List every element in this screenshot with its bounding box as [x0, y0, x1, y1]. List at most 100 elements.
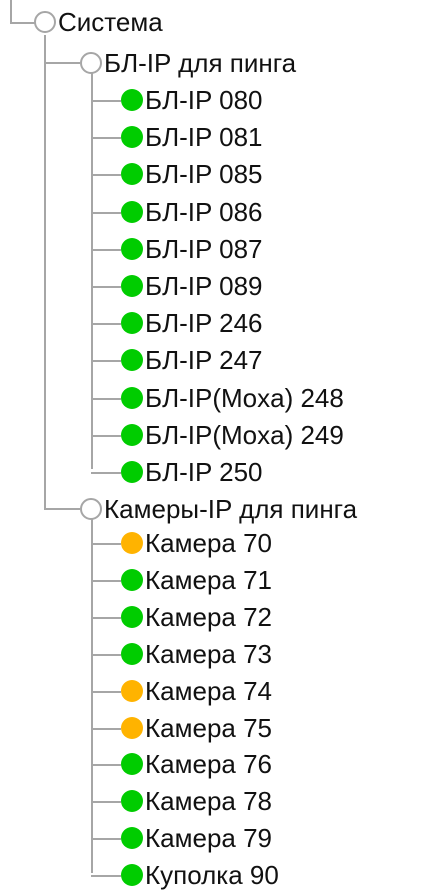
- tree-node-label: Камера 72: [145, 602, 273, 632]
- tree-node-label: Камеры-IP для пинга: [104, 494, 358, 524]
- tree-node-label: БЛ-IP(Moxa) 248: [145, 383, 344, 413]
- tree-node-label: Камера 71: [145, 565, 273, 595]
- leaf-connector: [91, 764, 121, 766]
- status-dot-icon: [80, 52, 102, 74]
- tree-node-leaf[interactable]: Камера 70: [121, 528, 272, 558]
- status-dot-icon: [80, 498, 102, 520]
- leaf-connector: [91, 435, 121, 437]
- tree-node-leaf[interactable]: БЛ-IP 085: [121, 159, 262, 189]
- tree-node-label: Камера 79: [145, 823, 273, 853]
- status-dot-icon: [121, 532, 143, 554]
- status-dot-icon: [121, 163, 143, 185]
- tree-node-label: БЛ-IP 089: [145, 271, 263, 301]
- tree-node-leaf[interactable]: Камера 72: [121, 602, 272, 632]
- tree-node-leaf[interactable]: Камера 76: [121, 749, 272, 779]
- tree-node-leaf[interactable]: Куполка 90: [121, 860, 279, 890]
- status-dot-icon: [121, 201, 143, 223]
- status-dot-icon: [121, 461, 143, 483]
- leaf-connector: [91, 174, 121, 176]
- tree-node-leaf[interactable]: БЛ-IP 087: [121, 234, 262, 264]
- group-connector: [44, 508, 80, 510]
- tree-node-leaf[interactable]: Камера 71: [121, 565, 272, 595]
- leaf-connector: [91, 249, 121, 251]
- tree-node-label: Камера 70: [145, 528, 273, 558]
- status-dot-icon: [121, 569, 143, 591]
- tree-node-leaf[interactable]: БЛ-IP 086: [121, 197, 262, 227]
- leaf-connector: [91, 838, 121, 840]
- tree-node-leaf[interactable]: БЛ-IP(Moxa) 248: [121, 383, 344, 413]
- leaf-connector: [91, 801, 121, 803]
- status-dot-icon: [121, 126, 143, 148]
- leaf-connector: [91, 323, 121, 325]
- tree-node-label: БЛ-IP 080: [145, 85, 263, 115]
- status-dot-icon: [34, 11, 56, 33]
- tree-node-label: Камера 74: [145, 676, 273, 706]
- status-dot-icon: [121, 827, 143, 849]
- tree-node-leaf[interactable]: БЛ-IP(Moxa) 249: [121, 420, 344, 450]
- tree-node-leaf[interactable]: БЛ-IP 247: [121, 345, 262, 375]
- tree-node-root[interactable]: Система: [34, 7, 163, 37]
- leaf-connector: [91, 875, 121, 877]
- tree-node-label: БЛ-IP 081: [145, 122, 263, 152]
- leaf-connector: [91, 691, 121, 693]
- status-dot-icon: [121, 349, 143, 371]
- status-dot-icon: [121, 238, 143, 260]
- tree-node-label: БЛ-IP 247: [145, 345, 263, 375]
- tree-node-label: Камера 76: [145, 749, 273, 779]
- leaf-connector: [91, 580, 121, 582]
- tree-node-leaf[interactable]: Камера 78: [121, 786, 272, 816]
- status-dot-icon: [121, 606, 143, 628]
- status-tree: Система БЛ-IP для пинга БЛ-IP 080 БЛ-IP 0…: [0, 0, 431, 895]
- tree-node-label: БЛ-IP 246: [145, 308, 263, 338]
- status-dot-icon: [121, 424, 143, 446]
- status-dot-icon: [121, 643, 143, 665]
- tree-node-leaf[interactable]: БЛ-IP 080: [121, 85, 262, 115]
- status-dot-icon: [121, 387, 143, 409]
- tree-node-leaf[interactable]: Камера 75: [121, 713, 272, 743]
- tree-node-label: Камера 78: [145, 786, 273, 816]
- tree-node-label: Камера 75: [145, 713, 273, 743]
- leaf-connector: [91, 617, 121, 619]
- tree-node-label: Система: [58, 7, 163, 37]
- leaf-connector: [91, 286, 121, 288]
- tree-node-label: Куполка 90: [145, 860, 279, 890]
- tree-node-label: БЛ-IP для пинга: [104, 48, 297, 78]
- tree-node-label: БЛ-IP 250: [145, 457, 263, 487]
- tree-node-leaf[interactable]: БЛ-IP 246: [121, 308, 262, 338]
- leaf-connector: [91, 728, 121, 730]
- tree-node-label: БЛ-IP(Moxa) 249: [145, 420, 344, 450]
- tree-node-label: БЛ-IP 086: [145, 197, 263, 227]
- tree-node-leaf[interactable]: Камера 79: [121, 823, 272, 853]
- status-dot-icon: [121, 275, 143, 297]
- tree-node-group-bl-ip[interactable]: БЛ-IP для пинга: [80, 48, 296, 78]
- tree-node-leaf[interactable]: БЛ-IP 081: [121, 122, 262, 152]
- status-dot-icon: [121, 717, 143, 739]
- leaf-connector: [91, 360, 121, 362]
- status-dot-icon: [121, 680, 143, 702]
- leaf-connector: [91, 100, 121, 102]
- tree-node-leaf[interactable]: Камера 74: [121, 676, 272, 706]
- status-dot-icon: [121, 790, 143, 812]
- leaf-connector: [91, 212, 121, 214]
- group-connector: [44, 62, 80, 64]
- root-trunk: [44, 35, 46, 508]
- root-connector: [10, 0, 36, 24]
- status-dot-icon: [121, 312, 143, 334]
- group-trunk: [91, 519, 93, 873]
- leaf-connector: [91, 654, 121, 656]
- status-dot-icon: [121, 89, 143, 111]
- group-trunk: [91, 73, 93, 469]
- leaf-connector: [91, 472, 121, 474]
- leaf-connector: [91, 398, 121, 400]
- tree-node-leaf[interactable]: БЛ-IP 250: [121, 457, 262, 487]
- tree-node-label: БЛ-IP 087: [145, 234, 263, 264]
- tree-node-leaf[interactable]: Камера 73: [121, 639, 272, 669]
- status-dot-icon: [121, 864, 143, 886]
- tree-node-group-cameras[interactable]: Камеры-IP для пинга: [80, 494, 357, 524]
- leaf-connector: [91, 543, 121, 545]
- leaf-connector: [91, 137, 121, 139]
- tree-node-label: БЛ-IP 085: [145, 159, 263, 189]
- tree-node-leaf[interactable]: БЛ-IP 089: [121, 271, 262, 301]
- tree-node-label: Камера 73: [145, 639, 273, 669]
- status-dot-icon: [121, 753, 143, 775]
